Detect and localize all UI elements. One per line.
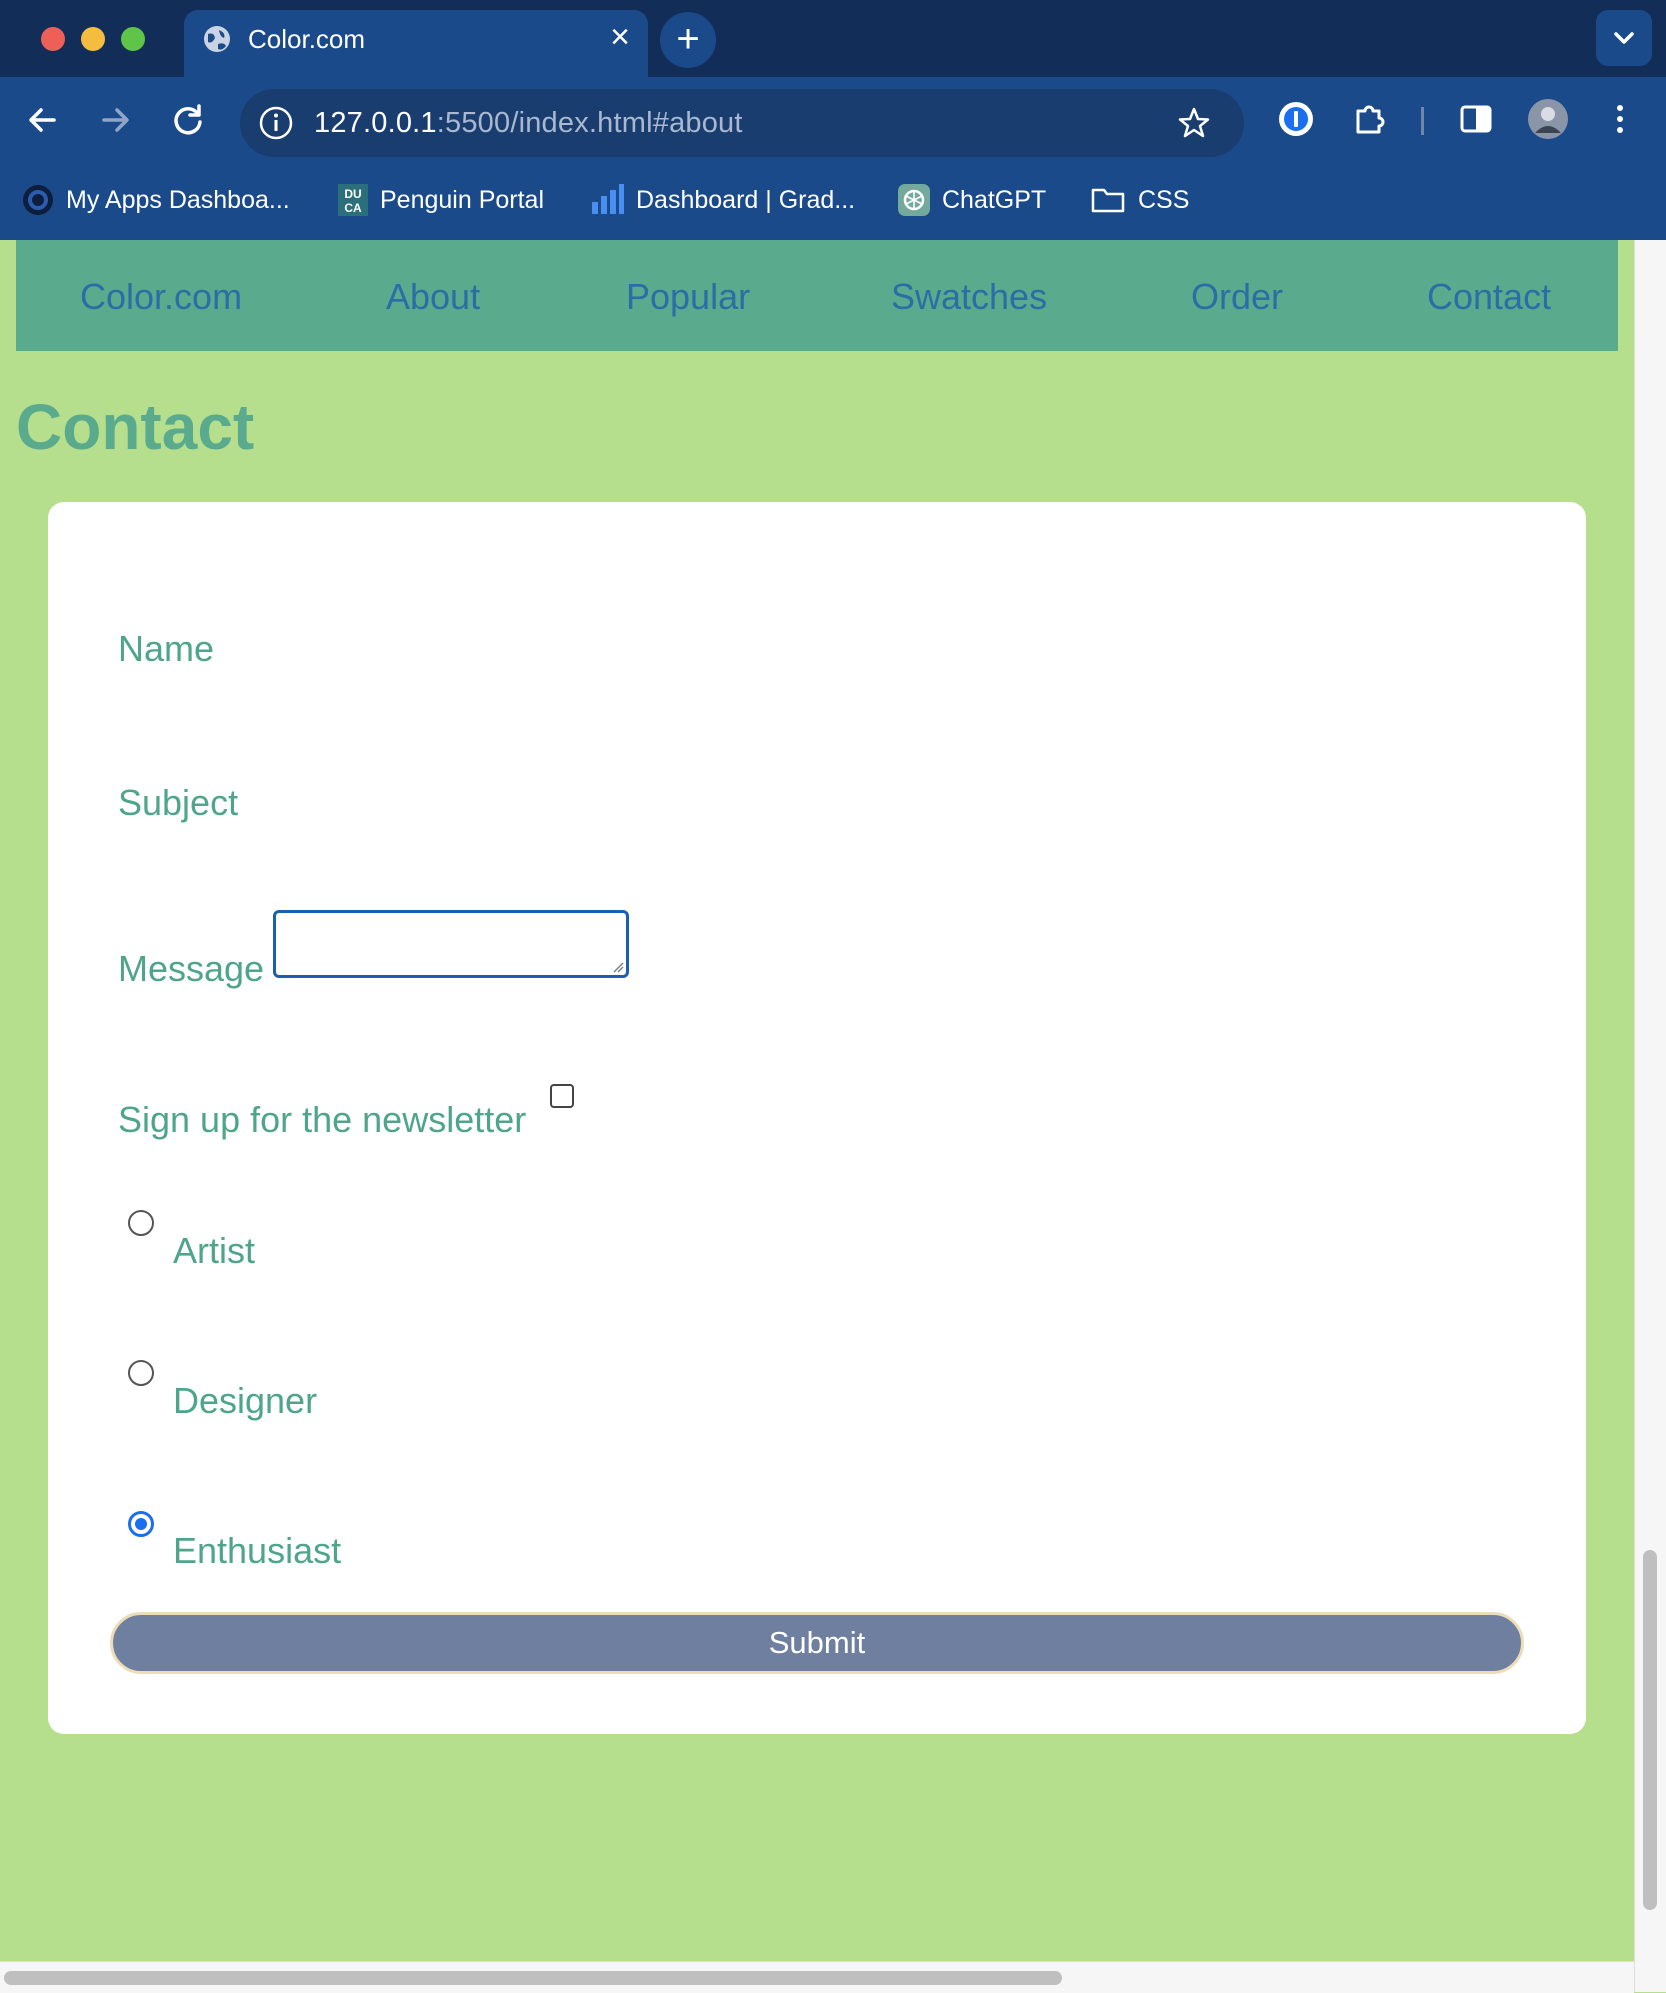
message-textarea[interactable] [273,910,629,978]
bookmarks-bar: My Apps Dashboa... DU CA Penguin Portal … [0,162,1666,241]
nav-link-about[interactable]: About [386,276,480,318]
site-navbar: Color.com About Popular Swatches Order C… [16,240,1618,351]
bookmark-star-icon[interactable] [1176,105,1212,141]
role-label-enthusiast: Enthusiast [173,1530,342,1571]
nav-link-contact[interactable]: Contact [1427,276,1551,318]
globe-icon [204,26,230,52]
horizontal-scrollbar-thumb[interactable] [4,1971,1062,1985]
chatgpt-icon [898,184,930,216]
maximize-window-button[interactable] [121,27,145,51]
subject-label: Subject [118,782,239,823]
more-menu-icon[interactable] [1596,95,1644,143]
bookmark-my-apps[interactable]: My Apps Dashboa... [22,182,290,218]
role-radio-enthusiast[interactable] [128,1511,154,1537]
profile-avatar[interactable] [1524,95,1572,143]
minimize-window-button[interactable] [81,27,105,51]
back-arrow-icon[interactable] [20,97,66,143]
nav-link-order[interactable]: Order [1191,276,1283,318]
browser-toolbar: 127.0.0.1:5500/index.html#about [0,77,1666,162]
bar-chart-icon [592,184,624,214]
web-page: Color.com About Popular Swatches Order C… [0,240,1634,1961]
role-radio-designer[interactable] [128,1360,154,1386]
site-info-icon[interactable] [258,105,294,141]
forward-arrow-icon[interactable] [92,97,138,143]
role-label-artist: Artist [173,1230,256,1271]
browser-tab-bar: Color.com × + [0,0,1666,77]
bookmark-chatgpt[interactable]: ChatGPT [898,182,1046,218]
address-bar[interactable]: 127.0.0.1:5500/index.html#about [240,89,1244,157]
nav-link-popular[interactable]: Popular [626,276,750,318]
newsletter-checkbox[interactable] [550,1084,574,1108]
nav-link-home[interactable]: Color.com [80,276,242,318]
side-panel-icon[interactable] [1452,95,1500,143]
horizontal-scrollbar[interactable] [0,1961,1634,1993]
bookmark-penguin-portal[interactable]: DU CA Penguin Portal [338,182,544,218]
toolbar-divider [1421,107,1424,135]
svg-text:DU: DU [344,187,361,201]
circle-logo-icon [23,185,53,215]
duca-logo-icon: DU CA [338,184,368,216]
vertical-scrollbar[interactable] [1634,240,1666,1992]
role-label-designer: Designer [173,1380,318,1421]
browser-tab[interactable]: Color.com × [184,10,648,77]
bookmark-dashboard[interactable]: Dashboard | Grad... [590,182,855,218]
vertical-scrollbar-thumb[interactable] [1643,1550,1657,1910]
password-manager-icon[interactable] [1272,95,1320,143]
contact-form: Name Subject Message Sign up for the new… [48,502,1586,1734]
folder-icon [1091,188,1125,213]
resize-handle-icon[interactable] [612,961,624,973]
bookmark-folder-css[interactable]: CSS [1090,182,1189,218]
role-radio-artist[interactable] [128,1210,154,1236]
close-tab-icon[interactable]: × [610,18,630,57]
tab-title: Color.com [248,24,366,54]
page-title: Contact [16,391,255,463]
reload-icon[interactable] [165,97,211,143]
chevron-down-icon [1614,32,1634,44]
newsletter-label: Sign up for the newsletter [118,1099,527,1140]
url-text: 127.0.0.1:5500/index.html#about [314,107,743,139]
name-label: Name [118,628,215,669]
nav-link-swatches[interactable]: Swatches [891,276,1047,318]
svg-text:CA: CA [344,201,362,215]
submit-button[interactable]: Submit [110,1612,1524,1674]
message-label: Message [118,948,265,989]
tab-search-button[interactable] [1596,10,1652,66]
extensions-puzzle-icon[interactable] [1346,95,1394,143]
close-window-button[interactable] [41,27,65,51]
new-tab-button[interactable]: + [660,12,716,68]
